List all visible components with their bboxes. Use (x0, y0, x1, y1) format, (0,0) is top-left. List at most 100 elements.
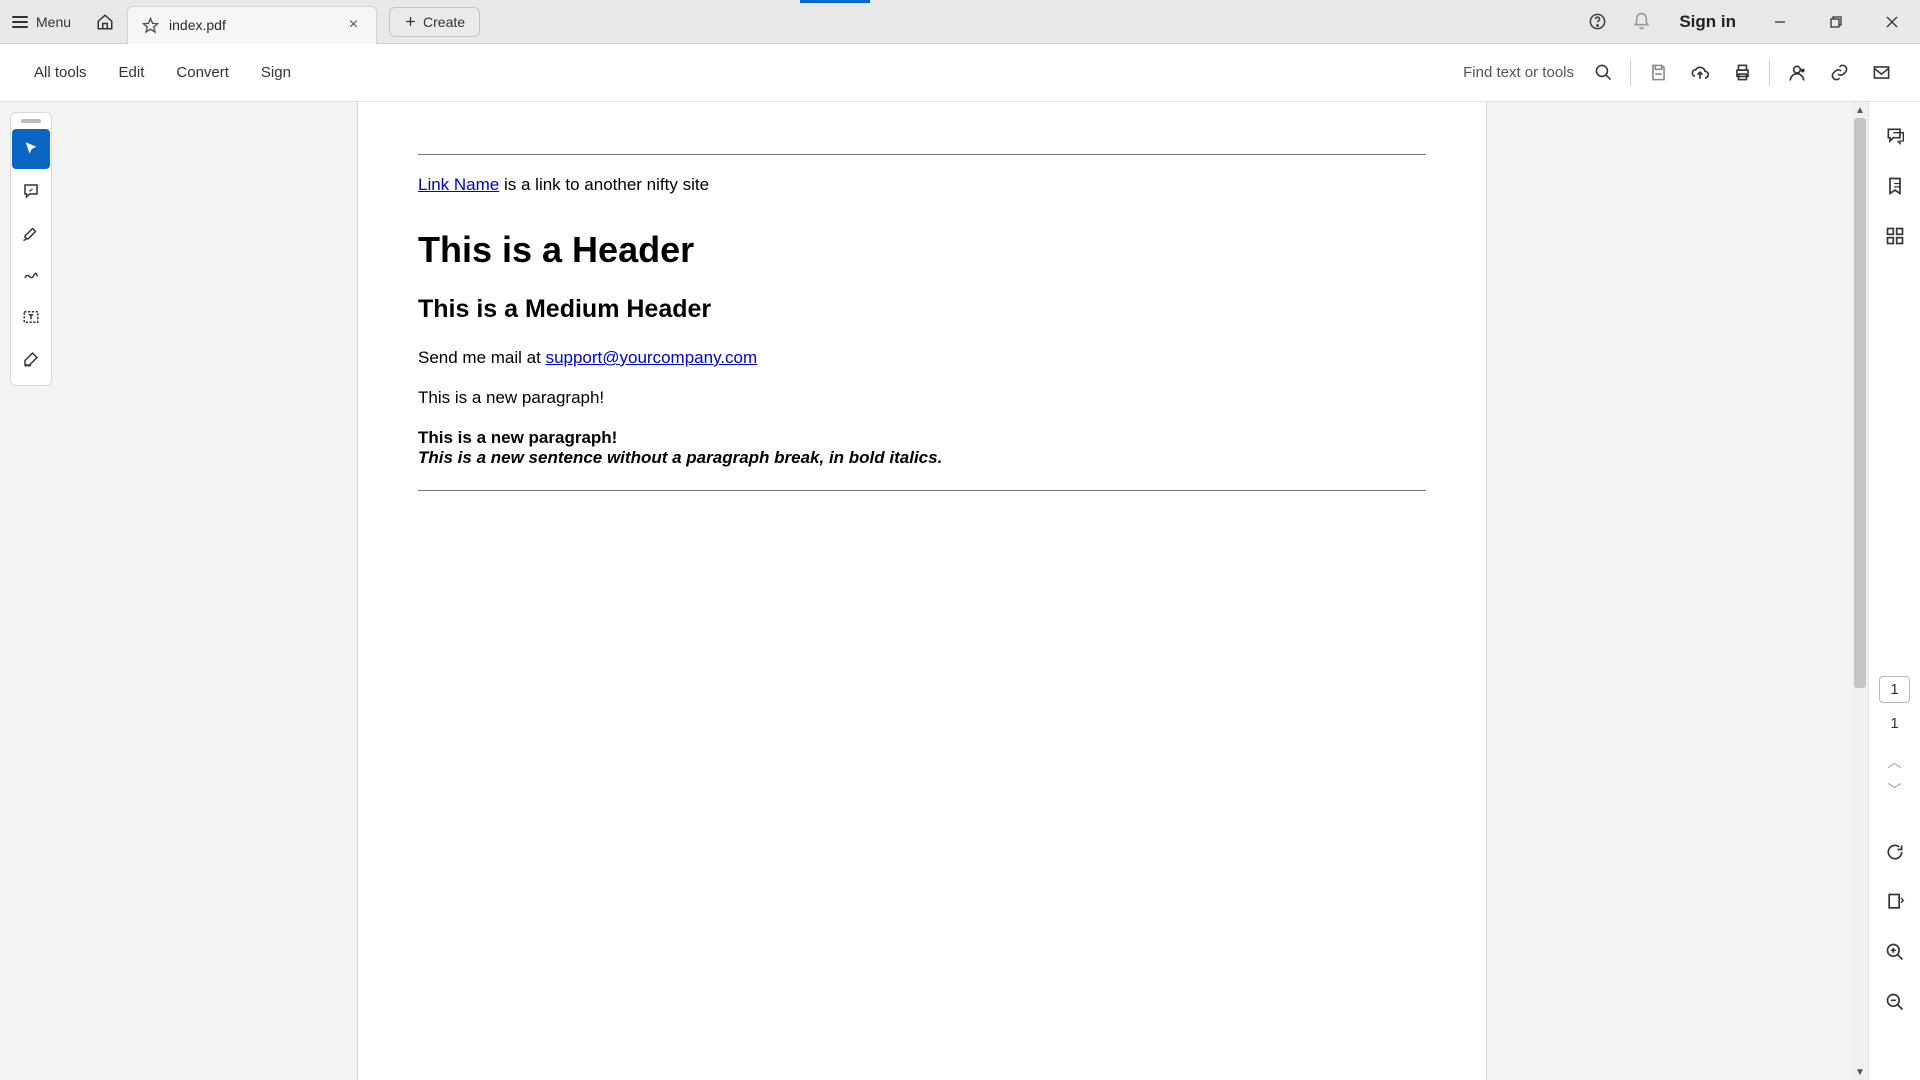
minimize-icon (1774, 16, 1786, 28)
tab-close-button[interactable]: × (345, 16, 362, 34)
maximize-icon (1830, 16, 1842, 28)
minimize-button[interactable] (1752, 0, 1808, 43)
scroll-down-icon[interactable]: ▼ (1852, 1064, 1868, 1080)
divider (1769, 60, 1770, 86)
plus-icon (404, 15, 417, 28)
home-icon (96, 13, 114, 31)
toolbar-item-edit[interactable]: Edit (103, 56, 161, 89)
find-label: Find text or tools (1463, 64, 1574, 81)
save-button[interactable] (1637, 52, 1679, 94)
pdf-page: Link Name is a link to another nifty sit… (357, 102, 1487, 1080)
document-paragraph: This is a new paragraph! (418, 388, 1426, 408)
cursor-icon (22, 140, 40, 158)
document-h1: This is a Header (418, 229, 1426, 271)
bookmark-icon (1885, 176, 1905, 196)
save-icon (1649, 63, 1668, 82)
bold-italic-line: This is a new sentence without a paragra… (418, 448, 942, 467)
fillsign-tool[interactable] (12, 339, 50, 379)
document-link[interactable]: Link Name (418, 175, 499, 194)
close-icon (1886, 16, 1898, 28)
highlight-tool[interactable] (12, 213, 50, 253)
bell-icon (1632, 12, 1651, 31)
titlebar: Menu index.pdf × Create Sign in (0, 0, 1920, 44)
help-icon (1588, 12, 1607, 31)
cloud-upload-icon (1690, 63, 1710, 83)
notifications-button[interactable] (1619, 0, 1663, 43)
mail-prefix: Send me mail at (418, 348, 546, 367)
signin-button[interactable]: Sign in (1663, 12, 1752, 32)
vertical-scrollbar[interactable]: ▲ ▼ (1852, 102, 1868, 1080)
toolbar: All tools Edit Convert Sign Find text or… (0, 44, 1920, 102)
bookmarks-panel-button[interactable] (1875, 166, 1915, 206)
scroll-up-icon[interactable]: ▲ (1852, 102, 1868, 118)
right-rail: 1 1 ︿ ﹀ (1868, 102, 1920, 1080)
textbox-tool[interactable] (12, 297, 50, 337)
document-h2: This is a Medium Header (418, 295, 1426, 324)
star-icon (142, 17, 159, 34)
chat-icon (1885, 126, 1905, 146)
home-button[interactable] (83, 0, 127, 43)
left-tool-rail (0, 102, 62, 1080)
text-select-icon (22, 308, 40, 326)
comment-tool[interactable] (12, 171, 50, 211)
print-icon (1733, 63, 1752, 82)
page-number-input[interactable]: 1 (1879, 676, 1909, 703)
menu-button[interactable]: Menu (0, 0, 83, 43)
hr-bottom (418, 490, 1426, 491)
draw-tool[interactable] (12, 255, 50, 295)
tab-title: index.pdf (169, 17, 335, 33)
close-window-button[interactable] (1864, 0, 1920, 43)
collaborate-button[interactable] (1776, 52, 1818, 94)
zoom-in-button[interactable] (1875, 932, 1915, 972)
comment-icon (22, 182, 40, 200)
link-icon (1830, 63, 1849, 82)
page-down-button[interactable]: ﹀ (1884, 776, 1906, 804)
mail-link[interactable]: support@yourcompany.com (546, 348, 758, 367)
search-button[interactable] (1582, 52, 1624, 94)
email-button[interactable] (1860, 52, 1902, 94)
loading-accent (800, 0, 870, 3)
help-button[interactable] (1575, 0, 1619, 43)
document-tab[interactable]: index.pdf × (127, 6, 377, 44)
bold-line: This is a new paragraph! (418, 428, 617, 447)
grid-icon (1885, 226, 1905, 246)
rotate-button[interactable] (1875, 832, 1915, 872)
toolbar-item-sign[interactable]: Sign (245, 56, 307, 89)
people-icon (1787, 63, 1807, 83)
freehand-icon (22, 266, 40, 284)
titlebar-right: Sign in (1575, 0, 1920, 43)
upload-button[interactable] (1679, 52, 1721, 94)
print-button[interactable] (1721, 52, 1763, 94)
inline-text: is a link to another nifty site (499, 175, 709, 194)
divider (1630, 60, 1631, 86)
thumbnails-panel-button[interactable] (1875, 216, 1915, 256)
rotate-icon (1885, 842, 1905, 862)
zoom-out-button[interactable] (1875, 982, 1915, 1022)
tool-panel (10, 112, 52, 386)
selection-tool[interactable] (12, 129, 50, 169)
create-label: Create (423, 14, 465, 30)
toolbar-item-alltools[interactable]: All tools (18, 56, 103, 89)
fit-page-button[interactable] (1875, 882, 1915, 922)
toolbar-item-convert[interactable]: Convert (160, 56, 245, 89)
page-total: 1 (1890, 715, 1898, 732)
page-fit-icon (1885, 892, 1905, 912)
panel-drag-handle[interactable] (21, 119, 41, 123)
menu-label: Menu (36, 14, 71, 30)
link-button[interactable] (1818, 52, 1860, 94)
page-up-button[interactable]: ︿ (1884, 748, 1906, 776)
create-button[interactable]: Create (389, 7, 480, 37)
hamburger-icon (12, 16, 28, 28)
comments-panel-button[interactable] (1875, 116, 1915, 156)
maximize-button[interactable] (1808, 0, 1864, 43)
highlighter-icon (22, 224, 40, 242)
hr-top (418, 154, 1426, 155)
search-icon (1594, 63, 1613, 82)
mail-icon (1872, 63, 1891, 82)
scroll-thumb[interactable] (1854, 118, 1866, 688)
document-viewport[interactable]: Link Name is a link to another nifty sit… (62, 102, 1920, 1080)
sign-icon (22, 350, 40, 368)
zoom-out-icon (1885, 992, 1905, 1012)
main-area: Link Name is a link to another nifty sit… (0, 102, 1920, 1080)
zoom-in-icon (1885, 942, 1905, 962)
